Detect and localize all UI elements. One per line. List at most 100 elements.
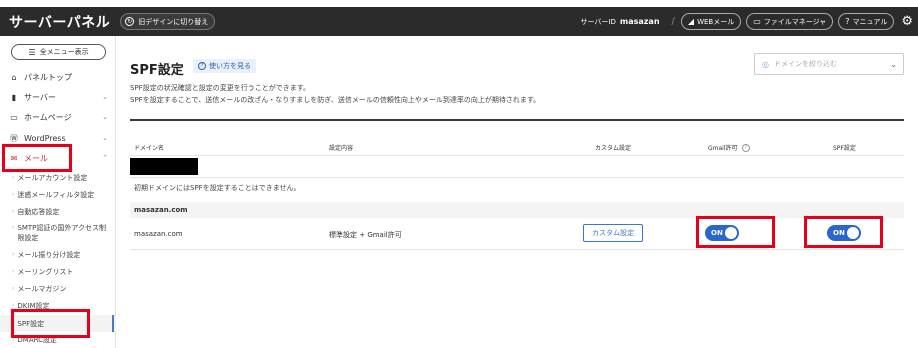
top-header: サーバーパネル ↻ 旧デザインに切り替え サーバーID masazan / ◢ WE…: [0, 7, 918, 36]
row-divider: [130, 155, 904, 156]
old-design-label: 旧デザインに切り替え: [138, 17, 209, 26]
bullet-icon: ›: [12, 336, 15, 343]
bullet-icon: ›: [12, 251, 15, 258]
help-icon: ?: [198, 62, 206, 70]
bullet-icon: ›: [12, 208, 15, 215]
howto-label: 使い方を見る: [209, 62, 251, 70]
chevron-down-icon: ⌄: [890, 59, 897, 69]
description-line-2: SPFを設定することで、送信メールの改ざん・なりすましを防ぎ、送信メールの信頼性…: [130, 96, 541, 104]
description: SPF設定の状況確認と設定の変更を行うことができます。 SPFを設定することで、…: [130, 82, 540, 106]
sidebar-sub-smtp-restriction[interactable]: › SMTP認証の国外アクセス制限設定: [0, 223, 108, 243]
sidebar-item-label: ホームページ: [24, 112, 72, 122]
bullet-icon: ›: [12, 174, 15, 181]
column-header-gmail-label: Gmail許可: [708, 145, 738, 152]
sidebar-sub-label: メールアカウント設定: [17, 174, 88, 182]
toggle-knob: [847, 227, 859, 239]
folder-icon: ▭: [753, 17, 761, 26]
sidebar-sub-label: SMTP認証の国外アクセス制限設定: [17, 224, 107, 242]
spf-toggle-label: ON: [833, 229, 845, 237]
chevron-down-icon: ⌄: [102, 134, 108, 142]
sidebar-sub-label: SPF設定: [17, 319, 45, 328]
sidebar-item-label: パネルトップ: [24, 72, 72, 82]
bullet-icon: ›: [12, 268, 15, 275]
sidebar-item-mail[interactable]: ✉ メール ⌃: [0, 148, 116, 168]
chevron-down-icon: ⌄: [102, 113, 108, 121]
domain-filter-placeholder: ドメインを絞り込む: [773, 60, 837, 68]
manual-button[interactable]: ? マニュアル: [838, 13, 895, 30]
wordpress-icon: Ⓦ: [10, 133, 18, 143]
gear-icon[interactable]: ⚙: [901, 14, 913, 29]
column-header-gmail: Gmail許可 ?: [708, 143, 750, 152]
sidebar-sub-label: DMARC設定: [17, 336, 58, 344]
server-id-label: サーバーID: [580, 17, 616, 26]
custom-settings-button[interactable]: カスタム設定: [583, 224, 643, 242]
sidebar-item-panel-top[interactable]: ⌂ パネルトップ: [0, 67, 116, 87]
sidebar-item-label: サーバー: [24, 92, 56, 102]
mail-icon: ✉: [10, 153, 18, 163]
webmail-button[interactable]: ◢ WEBメール: [680, 13, 742, 30]
sidebar-item-wordpress[interactable]: Ⓦ WordPress ⌄: [0, 128, 116, 148]
all-menu-label: 全メニュー表示: [39, 48, 89, 56]
howto-link[interactable]: ? 使い方を見る: [193, 59, 256, 73]
sidebar-sub-spam-filter[interactable]: › 迷惑メールフィルタ設定: [0, 190, 116, 200]
row-divider: [130, 177, 904, 178]
all-menu-button[interactable]: ☰ 全メニュー表示: [11, 44, 106, 60]
column-header-content: 設定内容: [329, 145, 354, 152]
help-icon[interactable]: ?: [741, 143, 750, 152]
sidebar-sub-mailing-list[interactable]: › メーリングリスト: [0, 267, 116, 277]
column-header-domain: ドメイン名: [134, 145, 165, 152]
server-id: サーバーID masazan: [580, 17, 659, 27]
sidebar-sub-mail-sorting[interactable]: › メール振り分け設定: [0, 250, 116, 260]
row-divider: [130, 249, 904, 250]
monitor-icon: ▭: [10, 112, 18, 122]
sidebar-sub-label: 自動応答設定: [17, 208, 60, 216]
main-content: SPF設定 ? 使い方を見る ◎ ドメインを絞り込む ⌄ SPF設定の状況確認と…: [117, 36, 918, 348]
domain-group-header: masazan.com: [130, 202, 904, 218]
bullet-icon: ›: [12, 285, 15, 292]
row-domain: masazan.com: [134, 230, 183, 238]
domain-filter-select[interactable]: ◎ ドメインを絞り込む ⌄: [754, 53, 904, 75]
chevron-up-icon: ⌃: [102, 154, 108, 162]
page-title: SPF設定: [130, 63, 184, 78]
server-icon: ▮: [11, 92, 17, 102]
switch-icon: ↻: [125, 17, 135, 26]
sidebar-item-server[interactable]: ▮ サーバー ⌄: [0, 87, 116, 107]
sidebar-sub-auto-reply[interactable]: › 自動応答設定: [0, 207, 116, 217]
column-header-spf: SPF設定: [833, 145, 856, 152]
header-right: サーバーID masazan / ◢ WEBメール ▭ ファイルマネージャ ? マニュア…: [580, 13, 918, 30]
sidebar-sub-dmarc[interactable]: › DMARC設定: [0, 335, 116, 345]
column-header-custom: カスタム設定: [595, 145, 632, 152]
sidebar-sub-label: メール振り分け設定: [17, 251, 81, 259]
sidebar-sub-spf[interactable]: › SPF設定: [0, 315, 116, 332]
brand-title: サーバーパネル: [9, 14, 111, 31]
sidebar-item-label: メール: [24, 153, 48, 163]
sidebar-sub-label: 迷惑メールフィルタ設定: [17, 191, 95, 199]
spf-toggle[interactable]: ON: [827, 225, 861, 241]
bullet-icon: ›: [12, 224, 15, 231]
globe-icon: ◎: [762, 59, 769, 69]
file-manager-label: ファイルマネージャ: [763, 17, 827, 26]
sidebar-sub-label: メールマガジン: [17, 285, 67, 293]
webmail-label: WEBメール: [697, 17, 735, 26]
sidebar-item-label: WordPress: [24, 133, 66, 143]
row-content: 標準設定 + Gmail許可: [329, 231, 402, 239]
bullet-icon: ›: [12, 302, 15, 309]
description-line-1: SPF設定の状況確認と設定の変更を行うことができます。: [130, 84, 310, 92]
gmail-toggle[interactable]: ON: [705, 225, 739, 241]
manual-label: マニュアル: [852, 17, 888, 26]
sidebar-sub-mail-account[interactable]: › メールアカウント設定: [0, 173, 116, 183]
bullet-icon: ›: [12, 319, 15, 327]
sidebar-sub-label: メーリングリスト: [17, 268, 74, 276]
menu-icon: ☰: [28, 47, 36, 57]
sidebar-sub-dkim[interactable]: › DKIM設定: [0, 301, 116, 311]
gmail-toggle-label: ON: [711, 229, 723, 237]
send-icon: ◢: [687, 17, 695, 26]
sidebar-sub-label: DKIM設定: [17, 302, 50, 310]
file-manager-button[interactable]: ▭ ファイルマネージャ: [746, 13, 834, 30]
separator: /: [671, 16, 675, 27]
bullet-icon: ›: [12, 191, 15, 198]
sidebar-sub-mail-magazine[interactable]: › メールマガジン: [0, 284, 116, 294]
sidebar-item-homepage[interactable]: ▭ ホームページ ⌄: [0, 107, 116, 127]
old-design-button[interactable]: ↻ 旧デザインに切り替え: [120, 13, 216, 30]
divider: [130, 119, 904, 121]
